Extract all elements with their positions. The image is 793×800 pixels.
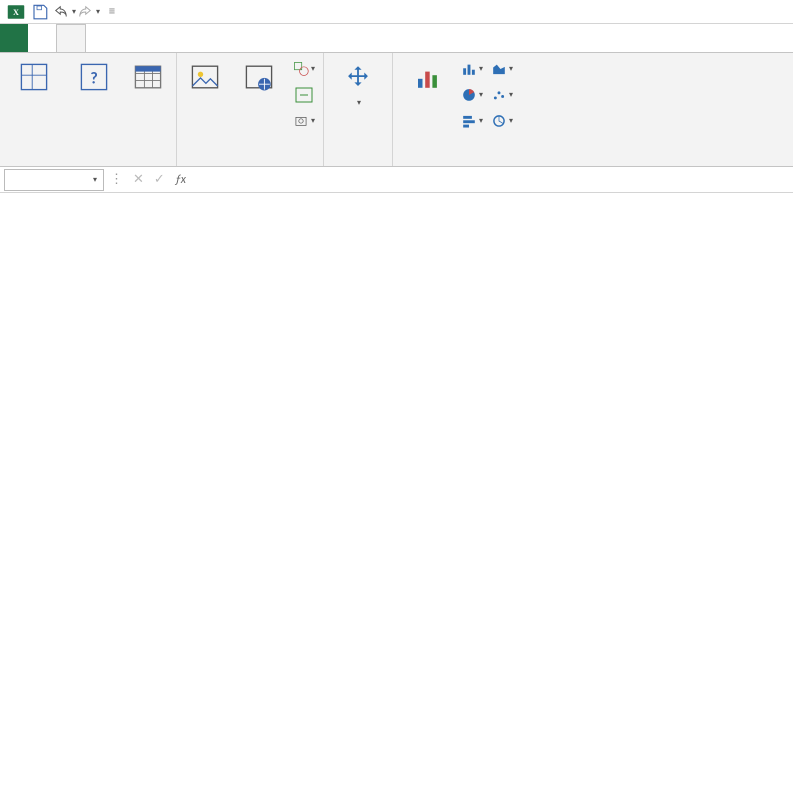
cancel-icon[interactable]: ✕	[133, 172, 144, 187]
ribbon-group-charts: ▾ ▾ ▾ ▾ ▾ ▾	[393, 53, 521, 166]
tab-pagelayout[interactable]	[86, 24, 114, 52]
formula-menu-icon[interactable]: ⋮	[110, 172, 123, 187]
screenshot-icon[interactable]: ▾	[293, 111, 315, 131]
bar-chart-icon[interactable]: ▾	[461, 111, 483, 131]
excel-logo: X	[4, 1, 28, 23]
tab-review[interactable]	[170, 24, 198, 52]
tab-data[interactable]	[142, 24, 170, 52]
recommended-pivot-button[interactable]: ?	[64, 55, 124, 147]
recommended-charts-button[interactable]	[397, 55, 457, 147]
ribbon-group-illustrations: ▾ ▾	[177, 53, 324, 166]
pie-chart-icon[interactable]: ▾	[461, 85, 483, 105]
table-icon	[130, 59, 166, 95]
tab-home[interactable]	[28, 24, 56, 52]
tab-insert[interactable]	[56, 24, 86, 52]
redo-icon[interactable]: ▾	[76, 1, 100, 23]
ribbon-tabs	[0, 24, 793, 52]
title-bar: X ▾ ▾ ≡	[0, 0, 793, 24]
apps-button[interactable]: ▾	[328, 55, 388, 147]
apps-icon	[340, 59, 376, 95]
ribbon-group-apps: ▾	[324, 53, 393, 166]
name-box[interactable]: ▾	[4, 169, 104, 191]
pictures-button[interactable]	[181, 55, 229, 147]
table-button[interactable]	[124, 55, 172, 147]
formula-bar: ▾ ⋮ ✕ ✓ ƒx	[0, 167, 793, 193]
undo-icon[interactable]: ▾	[52, 1, 76, 23]
other-chart-icon[interactable]: ▾	[491, 111, 513, 131]
svg-text:X: X	[13, 8, 19, 17]
namebox-dropdown-icon[interactable]: ▾	[93, 175, 97, 185]
svg-text:?: ?	[90, 69, 98, 88]
pictures-icon	[187, 59, 223, 95]
smartart-icon[interactable]	[293, 85, 315, 105]
ribbon: ?	[0, 52, 793, 167]
column-chart-icon[interactable]: ▾	[461, 59, 483, 79]
recommended-charts-icon	[409, 59, 445, 95]
enter-icon[interactable]: ✓	[154, 172, 165, 187]
online-pictures-icon	[241, 59, 277, 95]
online-pictures-button[interactable]	[229, 55, 289, 147]
save-icon[interactable]	[28, 1, 52, 23]
scatter-chart-icon[interactable]: ▾	[491, 85, 513, 105]
area-chart-icon[interactable]: ▾	[491, 59, 513, 79]
pivot-table-icon	[16, 59, 52, 95]
ribbon-group-tables: ?	[0, 53, 177, 166]
fx-icon[interactable]: ƒx	[175, 173, 186, 187]
tab-file[interactable]	[0, 24, 28, 52]
shapes-icon[interactable]: ▾	[293, 59, 315, 79]
customize-qat-icon[interactable]: ≡	[100, 1, 124, 23]
recommended-pivot-icon: ?	[76, 59, 112, 95]
pivot-table-button[interactable]	[4, 55, 64, 147]
tab-formulas[interactable]	[114, 24, 142, 52]
